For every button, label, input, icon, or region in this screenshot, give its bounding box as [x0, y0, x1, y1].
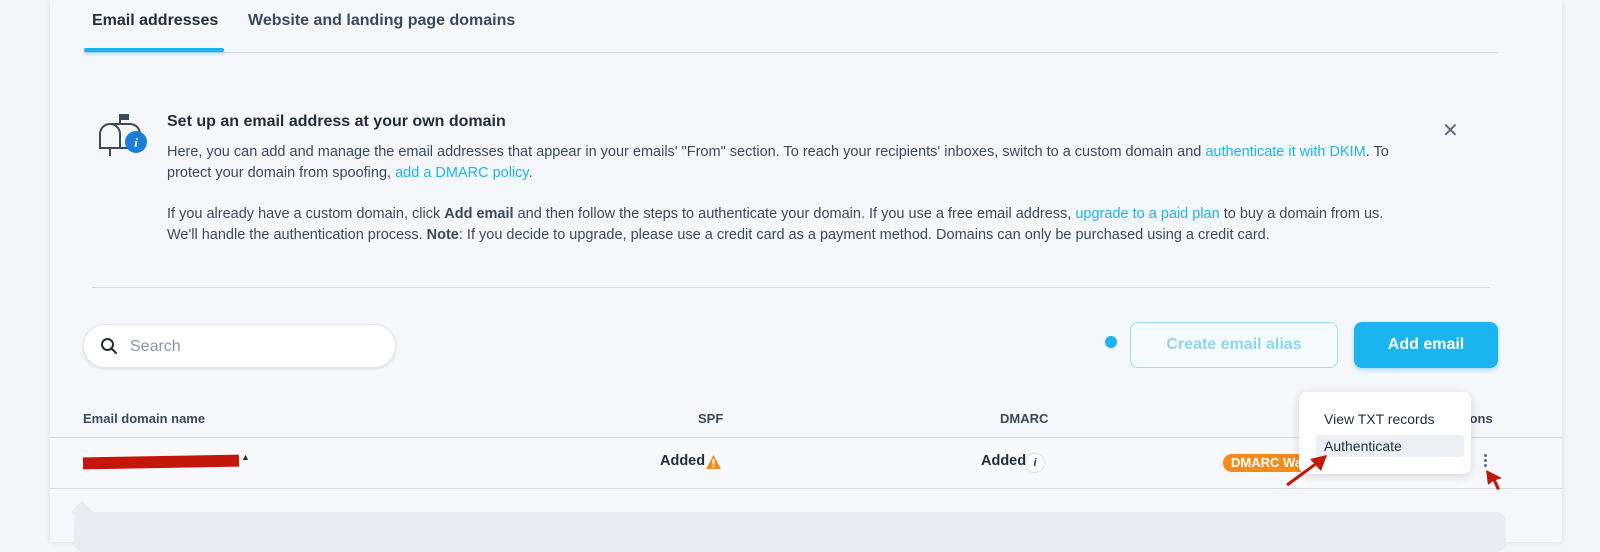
header-dmarc: DMARC	[1000, 411, 1049, 426]
info-icon[interactable]: i	[1026, 454, 1044, 472]
tab-email-addresses[interactable]: Email addresses	[92, 12, 218, 30]
mailbox-info-icon: i	[99, 114, 147, 156]
content-panel: Email addresses Website and landing page…	[50, 0, 1562, 552]
header-domain: Email domain name	[83, 411, 206, 426]
redaction-mark	[82, 454, 240, 470]
red-pointer-annotation	[1486, 470, 1502, 490]
dkim-link[interactable]: authenticate it with DKIM	[1205, 144, 1365, 160]
svg-text:i: i	[134, 135, 138, 150]
active-tab-indicator	[84, 48, 224, 52]
search-input[interactable]	[128, 334, 372, 360]
details-card	[74, 512, 1506, 552]
search-icon	[101, 338, 117, 354]
close-banner-button[interactable]: ✕	[1442, 118, 1459, 143]
banner-paragraph-2: If you already have a custom domain, cli…	[167, 206, 1384, 243]
dmarc-policy-link[interactable]: add a DMARC policy	[395, 165, 529, 181]
search-box[interactable]	[83, 324, 396, 368]
tab-website-domains[interactable]: Website and landing page domains	[248, 12, 515, 30]
banner-paragraph-1: Here, you can add and manage the email a…	[167, 144, 1389, 181]
upgrade-link[interactable]: upgrade to a paid plan	[1075, 206, 1219, 222]
caret-up-icon[interactable]: ▲	[241, 452, 250, 462]
spf-status: Added	[660, 453, 706, 469]
dmarc-status: Added	[981, 453, 1027, 469]
banner-title: Set up an email address at your own doma…	[167, 113, 506, 130]
menu-item-authenticate[interactable]: Authenticate	[1316, 435, 1464, 457]
header-spf: SPF	[698, 411, 724, 426]
create-email-alias-button[interactable]: Create email alias	[1130, 322, 1338, 368]
status-dot	[1105, 336, 1117, 348]
warning-icon[interactable]	[705, 454, 722, 470]
red-arrow-annotation	[1286, 455, 1327, 487]
tab-bar: Email addresses Website and landing page…	[84, 0, 1498, 53]
divider	[92, 287, 1490, 288]
menu-item-view-txt-records[interactable]: View TXT records	[1324, 411, 1435, 427]
add-email-button[interactable]: Add email	[1354, 322, 1498, 368]
